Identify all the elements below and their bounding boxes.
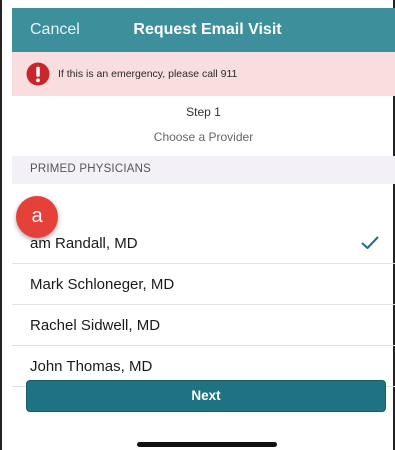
provider-row-schloneger[interactable]: Mark Schloneger, MD bbox=[12, 264, 395, 305]
section-header: PRIMED PHYSICIANS bbox=[12, 156, 395, 184]
provider-name: Mark Schloneger, MD bbox=[30, 276, 175, 293]
step-subtitle: Choose a Provider bbox=[153, 130, 254, 144]
provider-name: Rachel Sidwell, MD bbox=[30, 317, 161, 334]
app-screen: Cancel Request Email Visit If this is an… bbox=[0, 0, 395, 450]
checkmark-icon bbox=[361, 236, 379, 249]
step-number: Step 1 bbox=[186, 105, 221, 119]
provider-row-sidwell[interactable]: Rachel Sidwell, MD bbox=[12, 305, 395, 346]
home-indicator bbox=[137, 442, 277, 447]
annotation-badge: a bbox=[16, 196, 58, 238]
emergency-text: If this is an emergency, please call 911 bbox=[58, 68, 238, 80]
provider-name: am Randall, MD bbox=[30, 235, 138, 252]
provider-name: John Thomas, MD bbox=[30, 358, 153, 375]
provider-list: am Randall, MD Mark Schloneger, MD Rache… bbox=[12, 184, 395, 387]
emergency-banner: If this is an emergency, please call 911 bbox=[12, 52, 395, 96]
provider-row-randall[interactable]: am Randall, MD bbox=[12, 184, 395, 264]
page-title: Request Email Visit bbox=[133, 21, 282, 38]
navigation-bar: Cancel Request Email Visit bbox=[12, 8, 395, 52]
next-button[interactable]: Next bbox=[26, 380, 386, 412]
alert-circle-icon bbox=[26, 62, 50, 86]
section-title: PRIMED PHYSICIANS bbox=[30, 163, 151, 175]
